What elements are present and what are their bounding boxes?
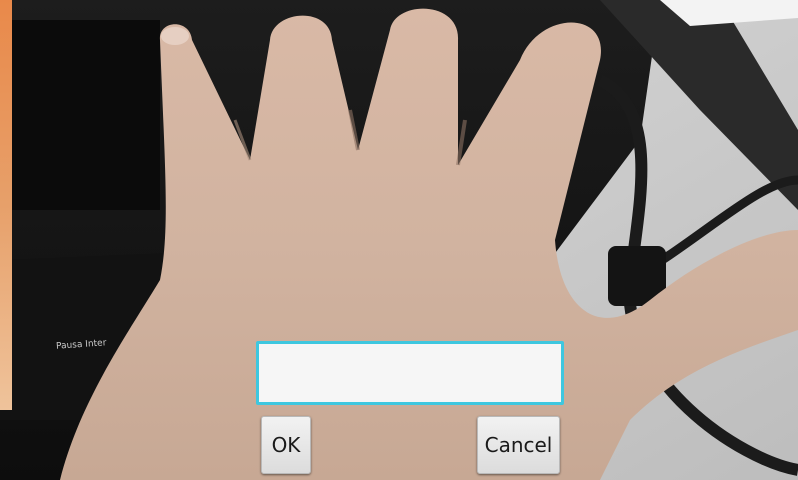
text-input-field[interactable] [256,341,564,405]
ok-button[interactable]: OK [261,416,311,474]
camera-preview: Pausa Inter OK Cancel [0,0,798,480]
orange-edge-strip [0,0,12,410]
cancel-button[interactable]: Cancel [477,416,560,474]
hand-photo-icon [0,0,798,480]
